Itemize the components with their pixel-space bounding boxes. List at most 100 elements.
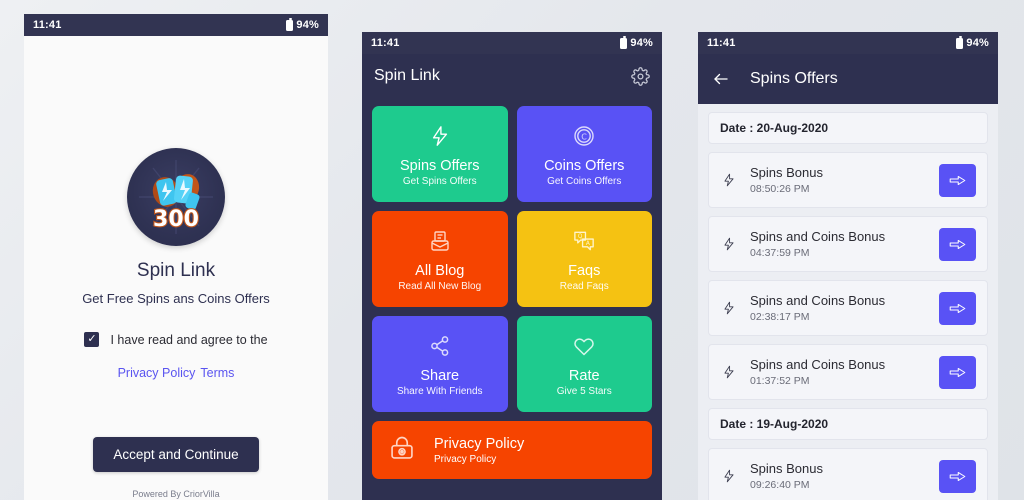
- list-item[interactable]: Spins and Coins Bonus 01:37:52 PM: [708, 344, 988, 400]
- battery-icon: [620, 35, 628, 49]
- page-subtitle: Get Free Spins ans Coins Offers: [82, 291, 270, 306]
- phone-screen-spins-offers: 11:41 94% Spins Offers Date : 20-Aug-202…: [698, 32, 998, 500]
- app-bar-title: Spins Offers: [750, 70, 838, 87]
- tile-title: Spins Offers: [399, 158, 480, 174]
- agree-label: I have read and agree to the: [110, 332, 268, 347]
- list-item-text: Spins Bonus 09:26:40 PM: [750, 461, 926, 491]
- privacy-policy-link[interactable]: Privacy Policy: [118, 366, 196, 380]
- tile-subtitle: Get Spins Offers: [402, 176, 477, 187]
- phone-screen-onboarding: 11:41 94% 300 Spin Link Get Free Spins a…: [24, 14, 328, 500]
- agree-checkbox[interactable]: ✓: [84, 332, 100, 347]
- date-group-header: Date : 20-Aug-2020: [708, 112, 988, 144]
- spin-link-badge-icon: 300: [127, 148, 225, 246]
- status-time: 11:41: [707, 37, 736, 49]
- app-logo: 300: [127, 148, 225, 246]
- status-bar: 11:41 94%: [698, 32, 998, 54]
- status-right: 94%: [286, 17, 319, 31]
- tile-subtitle: Give 5 Stars: [556, 386, 612, 397]
- tile-subtitle: Read Faqs: [559, 281, 609, 292]
- battery-percent: 94%: [966, 37, 989, 49]
- bolt-icon: [720, 466, 737, 486]
- privacy-policy-banner[interactable]: Privacy Policy Privacy Policy: [372, 421, 652, 479]
- offers-list: Date : 20-Aug-2020 Spins Bonus 08:50:26 …: [698, 104, 998, 500]
- banner-title: Privacy Policy: [434, 435, 525, 452]
- tile-subtitle: Share With Friends: [396, 386, 483, 397]
- page-title: Spin Link: [136, 260, 216, 281]
- tile-share[interactable]: Share Share With Friends: [372, 316, 508, 412]
- battery-percent: 94%: [630, 37, 653, 49]
- bolt-icon: [720, 298, 737, 318]
- list-item-text: Spins and Coins Bonus 02:38:17 PM: [750, 293, 926, 323]
- list-item[interactable]: Spins Bonus 08:50:26 PM: [708, 152, 988, 208]
- tile-title: All Blog: [415, 263, 465, 279]
- battery-icon: [956, 35, 964, 49]
- open-offer-button[interactable]: [939, 291, 976, 325]
- list-item-time: 01:37:52 PM: [750, 375, 810, 387]
- battery-percent: 94%: [296, 19, 319, 31]
- battery-icon: [286, 17, 294, 31]
- bolt-icon: [720, 234, 737, 254]
- status-bar: 11:41 94%: [362, 32, 662, 54]
- list-item[interactable]: Spins and Coins Bonus 04:37:59 PM: [708, 216, 988, 272]
- status-time: 11:41: [33, 19, 62, 31]
- tile-subtitle: Read All New Blog: [398, 281, 482, 292]
- tile-title: Rate: [568, 368, 600, 384]
- powered-by-label: Powered By CriorVilla: [132, 489, 220, 499]
- terms-agreement-row[interactable]: ✓ I have read and agree to the: [84, 332, 268, 347]
- tile-title: Share: [420, 368, 460, 384]
- bolt-icon: [720, 362, 737, 382]
- svg-text:Q: Q: [578, 234, 583, 240]
- terms-link[interactable]: Terms: [200, 366, 234, 380]
- blog-icon: [428, 226, 452, 256]
- legal-links: Privacy Policy Terms: [118, 366, 235, 380]
- accept-and-continue-button[interactable]: Accept and Continue: [93, 437, 259, 472]
- list-item-title: Spins and Coins Bonus: [750, 229, 886, 244]
- open-offer-button[interactable]: [939, 355, 976, 389]
- tile-coins-offers[interactable]: C Coins Offers Get Coins Offers: [516, 106, 652, 202]
- date-group-header: Date : 19-Aug-2020: [708, 408, 988, 440]
- bolt-icon: [429, 121, 451, 151]
- list-item-time: 08:50:26 PM: [750, 183, 810, 195]
- badge-number: 300: [153, 207, 199, 232]
- list-item-time: 02:38:17 PM: [750, 311, 810, 323]
- banner-text: Privacy Policy Privacy Policy: [434, 436, 524, 465]
- app-bar: Spins Offers: [698, 54, 998, 104]
- list-item[interactable]: Spins and Coins Bonus 02:38:17 PM: [708, 280, 988, 336]
- tile-spins-offers[interactable]: Spins Offers Get Spins Offers: [372, 106, 508, 202]
- list-item-title: Spins Bonus: [750, 165, 823, 180]
- open-offer-button[interactable]: [939, 227, 976, 261]
- list-item-text: Spins and Coins Bonus 04:37:59 PM: [750, 229, 926, 259]
- list-item-text: Spins and Coins Bonus 01:37:52 PM: [750, 357, 926, 387]
- list-item-text: Spins Bonus 08:50:26 PM: [750, 165, 926, 195]
- banner-subtitle: Privacy Policy: [434, 453, 497, 465]
- home-tile-grid: Spins Offers Get Spins Offers C Coins Of…: [362, 98, 662, 412]
- tile-title: Coins Offers: [544, 158, 625, 174]
- list-item[interactable]: Spins Bonus 09:26:40 PM: [708, 448, 988, 500]
- svg-text:C: C: [581, 133, 587, 142]
- open-offer-button[interactable]: [939, 459, 976, 493]
- status-right: 94%: [620, 35, 653, 49]
- open-offer-button[interactable]: [939, 163, 976, 197]
- lock-icon: [388, 434, 416, 467]
- list-item-time: 09:26:40 PM: [750, 479, 810, 491]
- onboarding-body: 300 Spin Link Get Free Spins ans Coins O…: [24, 36, 328, 500]
- faq-icon: Q A: [572, 226, 597, 256]
- svg-text:A: A: [586, 241, 590, 247]
- heart-icon: [571, 331, 597, 361]
- status-bar: 11:41 94%: [24, 14, 328, 36]
- share-icon: [428, 331, 452, 361]
- gear-icon[interactable]: [631, 66, 650, 86]
- tile-faqs[interactable]: Q A Faqs Read Faqs: [516, 211, 652, 307]
- tile-all-blog[interactable]: All Blog Read All New Blog: [372, 211, 508, 307]
- app-bar: Spin Link: [362, 54, 662, 98]
- status-right: 94%: [956, 35, 989, 49]
- tile-rate[interactable]: Rate Give 5 Stars: [516, 316, 652, 412]
- back-arrow-icon[interactable]: [712, 70, 730, 88]
- list-item-time: 04:37:59 PM: [750, 247, 810, 259]
- list-item-title: Spins and Coins Bonus: [750, 293, 886, 308]
- app-bar-title: Spin Link: [374, 67, 440, 84]
- bolt-icon: [720, 170, 737, 190]
- tile-title: Faqs: [568, 263, 601, 279]
- tile-subtitle: Get Coins Offers: [547, 176, 622, 187]
- list-item-title: Spins Bonus: [750, 461, 823, 476]
